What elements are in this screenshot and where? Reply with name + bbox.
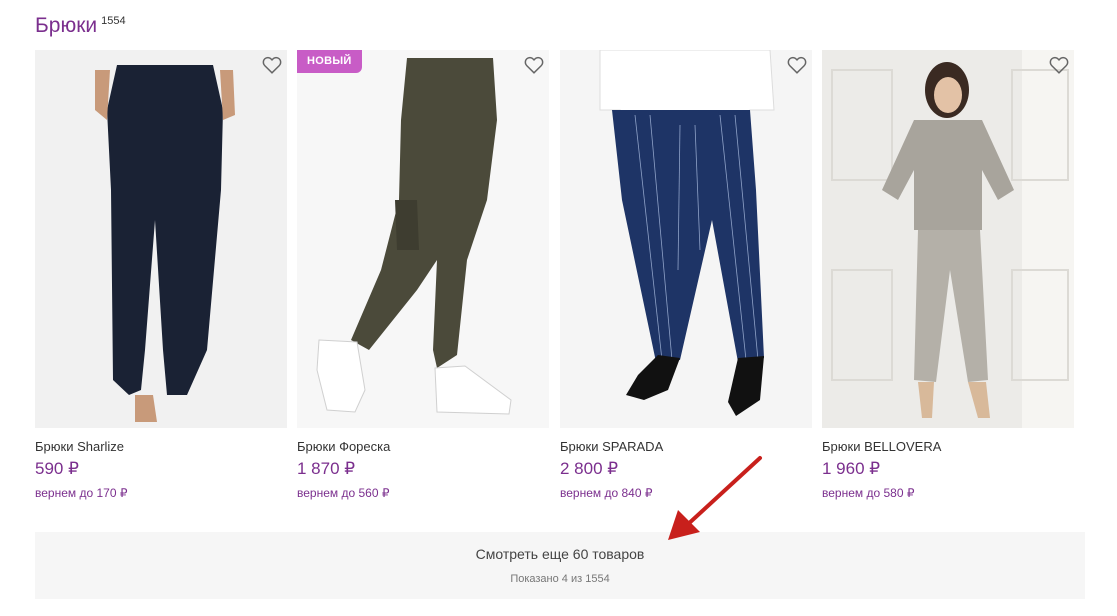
product-cashback: вернем до 580 ₽	[822, 486, 915, 500]
pants-illustration	[35, 50, 287, 428]
product-price: 2 800 ₽	[560, 459, 619, 478]
product-price: 1 870 ₽	[297, 459, 356, 478]
product-cashback: вернем до 840 ₽	[560, 486, 653, 500]
heart-outline-icon	[787, 56, 807, 74]
product-name[interactable]: Брюки BELLOVERA	[822, 439, 941, 455]
pants-illustration	[560, 50, 812, 428]
heart-outline-icon	[524, 56, 544, 74]
heart-outline-icon	[1049, 56, 1069, 74]
product-image[interactable]: НОВЫЙ	[297, 50, 549, 428]
product-price: 590 ₽	[35, 459, 79, 478]
product-cashback: вернем до 560 ₽	[297, 486, 390, 500]
favorite-button[interactable]	[1048, 54, 1070, 76]
product-card[interactable]: НОВЫЙ Брюки Фореска 1 870 ₽ вернем до 56…	[297, 50, 549, 510]
product-cashback: вернем до 170 ₽	[35, 486, 128, 500]
favorite-button[interactable]	[523, 54, 545, 76]
annotation-arrow-icon	[668, 456, 762, 540]
product-image[interactable]	[35, 50, 287, 428]
product-card[interactable]: Брюки Sharlize 590 ₽ вернем до 170 ₽	[35, 50, 287, 510]
product-image[interactable]	[560, 50, 812, 428]
product-name[interactable]: Брюки Sharlize	[35, 439, 124, 455]
product-card[interactable]: Брюки SPARADA 2 800 ₽ вернем до 840 ₽	[560, 50, 812, 510]
category-heading: Брюки 1554	[35, 12, 126, 40]
new-badge: НОВЫЙ	[297, 50, 362, 73]
heart-outline-icon	[262, 56, 282, 74]
product-name[interactable]: Брюки Фореска	[297, 439, 390, 455]
model-illustration	[822, 50, 1074, 428]
product-card[interactable]: Брюки BELLOVERA 1 960 ₽ вернем до 580 ₽	[822, 50, 1074, 510]
product-price: 1 960 ₽	[822, 459, 881, 478]
product-image[interactable]	[822, 50, 1074, 428]
favorite-button[interactable]	[261, 54, 283, 76]
favorite-button[interactable]	[786, 54, 808, 76]
load-more-label: Смотреть еще 60 товаров	[475, 546, 645, 562]
shown-count: Показано 4 из 1554	[510, 573, 610, 585]
load-more-button[interactable]: Смотреть еще 60 товаров Показано 4 из 15…	[35, 532, 1085, 599]
product-name[interactable]: Брюки SPARADA	[560, 439, 663, 455]
page-title: Брюки	[35, 14, 98, 37]
pants-illustration	[297, 50, 549, 428]
product-count: 1554	[101, 15, 126, 27]
product-grid: Брюки Sharlize 590 ₽ вернем до 170 ₽ НОВ…	[35, 50, 1075, 510]
